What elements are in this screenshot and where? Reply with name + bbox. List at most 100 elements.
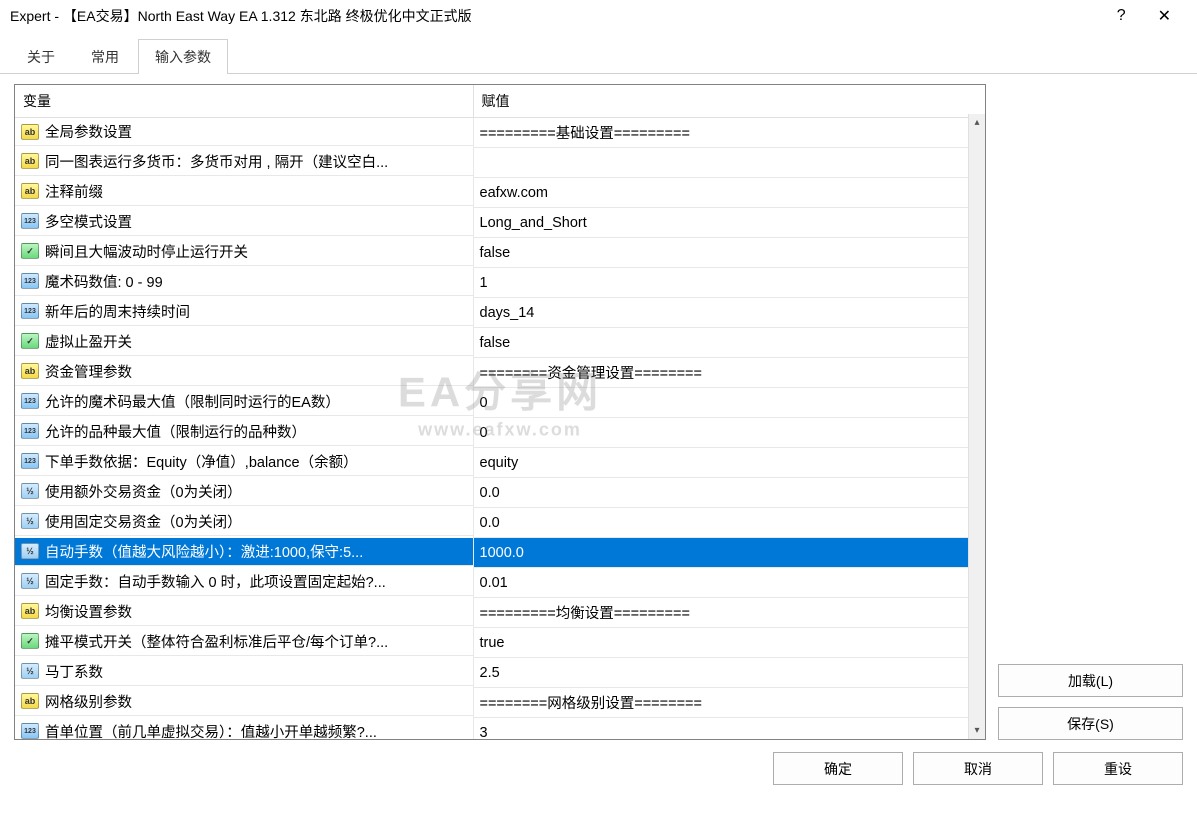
value-cell[interactable]: true xyxy=(473,628,985,658)
value-cell[interactable]: equity xyxy=(473,448,985,478)
table-row[interactable]: 123允许的魔术码最大值（限制同时运行的EA数）0 xyxy=(15,388,985,418)
variable-cell[interactable]: ab资金管理参数 xyxy=(15,358,473,386)
table-row[interactable]: ab 均衡设置参数 =========均衡设置========= xyxy=(15,598,985,628)
value-cell[interactable]: 0 xyxy=(473,418,985,448)
variable-cell[interactable]: 123首单位置（前几单虚拟交易）：值越小开单越频繁?... xyxy=(15,718,473,740)
variable-cell[interactable]: ½固定手数：自动手数输入 0 时，此项设置固定起始?... xyxy=(15,568,473,596)
variable-cell[interactable]: ab全局参数设置 xyxy=(15,118,473,146)
variable-cell[interactable]: ab网格级别参数 xyxy=(15,688,473,716)
table-row[interactable]: 123魔术码数值: 0 - 991 xyxy=(15,268,985,298)
table-row[interactable]: ½自动手数（值越大风险越小）：激进:1000,保守:5...1000.0 xyxy=(15,538,985,568)
123-type-icon: 123 xyxy=(21,213,39,229)
value-cell[interactable]: 0.01 xyxy=(473,568,985,598)
variable-cell[interactable]: ✓ 瞬间且大幅波动时停止运行开关 xyxy=(15,238,473,266)
variable-cell[interactable]: ✓ 摊平模式开关（整体符合盈利标准后平仓/每个订单?... xyxy=(15,628,473,656)
table-row[interactable]: ½马丁系数2.5 xyxy=(15,658,985,688)
content-area: 变量 赋值 ab全局参数设置=========基础设置=========ab同一… xyxy=(0,74,1197,752)
table-row[interactable]: ab注释前缀eafxw.com xyxy=(15,178,985,208)
value-cell[interactable]: 0.0 xyxy=(473,508,985,538)
value-cell[interactable]: =========基础设置========= xyxy=(473,118,985,148)
value-cell[interactable]: 1 xyxy=(473,268,985,298)
bool-type-icon: ✓ xyxy=(21,243,39,259)
variable-cell[interactable]: 123新年后的周末持续时间 xyxy=(15,298,473,326)
variable-label: 均衡设置参数 xyxy=(45,601,132,622)
vertical-scrollbar[interactable]: ▴ ▾ xyxy=(968,114,985,739)
value-cell[interactable]: ========网格级别设置======== xyxy=(473,688,985,718)
value-cell[interactable]: eafxw.com xyxy=(473,178,985,208)
table-row[interactable]: ½使用固定交易资金（0为关闭）0.0 xyxy=(15,508,985,538)
variable-cell[interactable]: ½马丁系数 xyxy=(15,658,473,686)
table-row[interactable]: ab同一图表运行多货币：多货币对用 , 隔开（建议空白... xyxy=(15,148,985,178)
value-cell[interactable]: false xyxy=(473,238,985,268)
close-button[interactable]: ✕ xyxy=(1142,6,1187,26)
table-row[interactable]: 123 多空模式设置 Long_and_Short xyxy=(15,208,985,238)
ok-button[interactable]: 确定 xyxy=(773,752,903,785)
variable-cell[interactable]: 123 多空模式设置 xyxy=(15,208,473,236)
value-cell[interactable]: Long_and_Short xyxy=(473,208,985,238)
cancel-button[interactable]: 取消 xyxy=(913,752,1043,785)
reset-button[interactable]: 重设 xyxy=(1053,752,1183,785)
variable-cell[interactable]: ✓ 虚拟止盈开关 xyxy=(15,328,473,356)
table-row[interactable]: ab全局参数设置=========基础设置========= xyxy=(15,118,985,148)
value-cell[interactable]: 2.5 xyxy=(473,658,985,688)
bool-type-icon: ✓ xyxy=(21,333,39,349)
variable-cell[interactable]: ab 均衡设置参数 xyxy=(15,598,473,626)
variable-label: 多空模式设置 xyxy=(45,211,132,232)
v2-type-icon: ½ xyxy=(21,543,39,559)
value-cell[interactable]: 3 xyxy=(473,718,985,740)
ab-type-icon: ab xyxy=(21,693,39,709)
table-row[interactable]: ab网格级别参数========网格级别设置======== xyxy=(15,688,985,718)
variable-cell[interactable]: ab注释前缀 xyxy=(15,178,473,206)
value-cell[interactable]: 1000.0 xyxy=(473,538,985,568)
table-row[interactable]: 123新年后的周末持续时间days_14 xyxy=(15,298,985,328)
123-type-icon: 123 xyxy=(21,723,39,739)
table-row[interactable]: ✓ 摊平模式开关（整体符合盈利标准后平仓/每个订单?... true xyxy=(15,628,985,658)
bool-type-icon: ✓ xyxy=(21,633,39,649)
value-cell[interactable]: 0 xyxy=(473,388,985,418)
table-row[interactable]: ✓ 虚拟止盈开关 false xyxy=(15,328,985,358)
variable-cell[interactable]: 123下单手数依据：Equity（净值）,balance（余额） xyxy=(15,448,473,476)
value-cell[interactable]: 0.0 xyxy=(473,478,985,508)
help-button[interactable]: ? xyxy=(1101,7,1142,25)
variable-cell[interactable]: 123允许的品种最大值（限制运行的品种数） xyxy=(15,418,473,446)
column-header-value[interactable]: 赋值 xyxy=(473,85,985,118)
value-cell[interactable] xyxy=(473,148,985,178)
value-cell[interactable]: false xyxy=(473,328,985,358)
value-cell[interactable]: =========均衡设置========= xyxy=(473,598,985,628)
variable-cell[interactable]: ½自动手数（值越大风险越小）：激进:1000,保守:5... xyxy=(15,538,473,566)
value-cell[interactable]: ========资金管理设置======== xyxy=(473,358,985,388)
variable-cell[interactable]: ½使用额外交易资金（0为关闭） xyxy=(15,478,473,506)
variable-cell[interactable]: 123魔术码数值: 0 - 99 xyxy=(15,268,473,296)
scroll-up-icon[interactable]: ▴ xyxy=(969,114,985,131)
variable-cell[interactable]: ½使用固定交易资金（0为关闭） xyxy=(15,508,473,536)
table-row[interactable]: ab资金管理参数========资金管理设置======== xyxy=(15,358,985,388)
variable-cell[interactable]: 123允许的魔术码最大值（限制同时运行的EA数） xyxy=(15,388,473,416)
table-row[interactable]: ½使用额外交易资金（0为关闭）0.0 xyxy=(15,478,985,508)
scroll-down-icon[interactable]: ▾ xyxy=(969,722,985,739)
table-row[interactable]: 123允许的品种最大值（限制运行的品种数）0 xyxy=(15,418,985,448)
variable-label: 瞬间且大幅波动时停止运行开关 xyxy=(45,241,248,262)
variable-label: 使用额外交易资金（0为关闭） xyxy=(45,481,242,502)
value-cell[interactable]: days_14 xyxy=(473,298,985,328)
tab-inputs[interactable]: 输入参数 xyxy=(138,39,228,74)
ab-type-icon: ab xyxy=(21,603,39,619)
load-button[interactable]: 加载(L) xyxy=(998,664,1183,697)
tab-about[interactable]: 关于 xyxy=(10,39,72,74)
tab-common[interactable]: 常用 xyxy=(74,39,136,74)
save-button[interactable]: 保存(S) xyxy=(998,707,1183,740)
parameter-table-scroll[interactable]: 变量 赋值 ab全局参数设置=========基础设置=========ab同一… xyxy=(15,85,985,739)
variable-label: 固定手数：自动手数输入 0 时，此项设置固定起始?... xyxy=(45,571,386,592)
v2-type-icon: ½ xyxy=(21,513,39,529)
column-header-variable[interactable]: 变量 xyxy=(15,85,473,118)
table-row[interactable]: ✓ 瞬间且大幅波动时停止运行开关 false xyxy=(15,238,985,268)
table-row[interactable]: 123首单位置（前几单虚拟交易）：值越小开单越频繁?...3 xyxy=(15,718,985,740)
table-row[interactable]: ½固定手数：自动手数输入 0 时，此项设置固定起始?...0.01 xyxy=(15,568,985,598)
variable-label: 摊平模式开关（整体符合盈利标准后平仓/每个订单?... xyxy=(45,631,388,652)
variable-cell[interactable]: ab同一图表运行多货币：多货币对用 , 隔开（建议空白... xyxy=(15,148,473,176)
variable-label: 虚拟止盈开关 xyxy=(45,331,132,352)
table-row[interactable]: 123下单手数依据：Equity（净值）,balance（余额）equity xyxy=(15,448,985,478)
side-button-panel: 加载(L) 保存(S) xyxy=(998,84,1183,740)
variable-label: 允许的品种最大值（限制运行的品种数） xyxy=(45,421,306,442)
123-type-icon: 123 xyxy=(21,393,39,409)
variable-label: 资金管理参数 xyxy=(45,361,132,382)
